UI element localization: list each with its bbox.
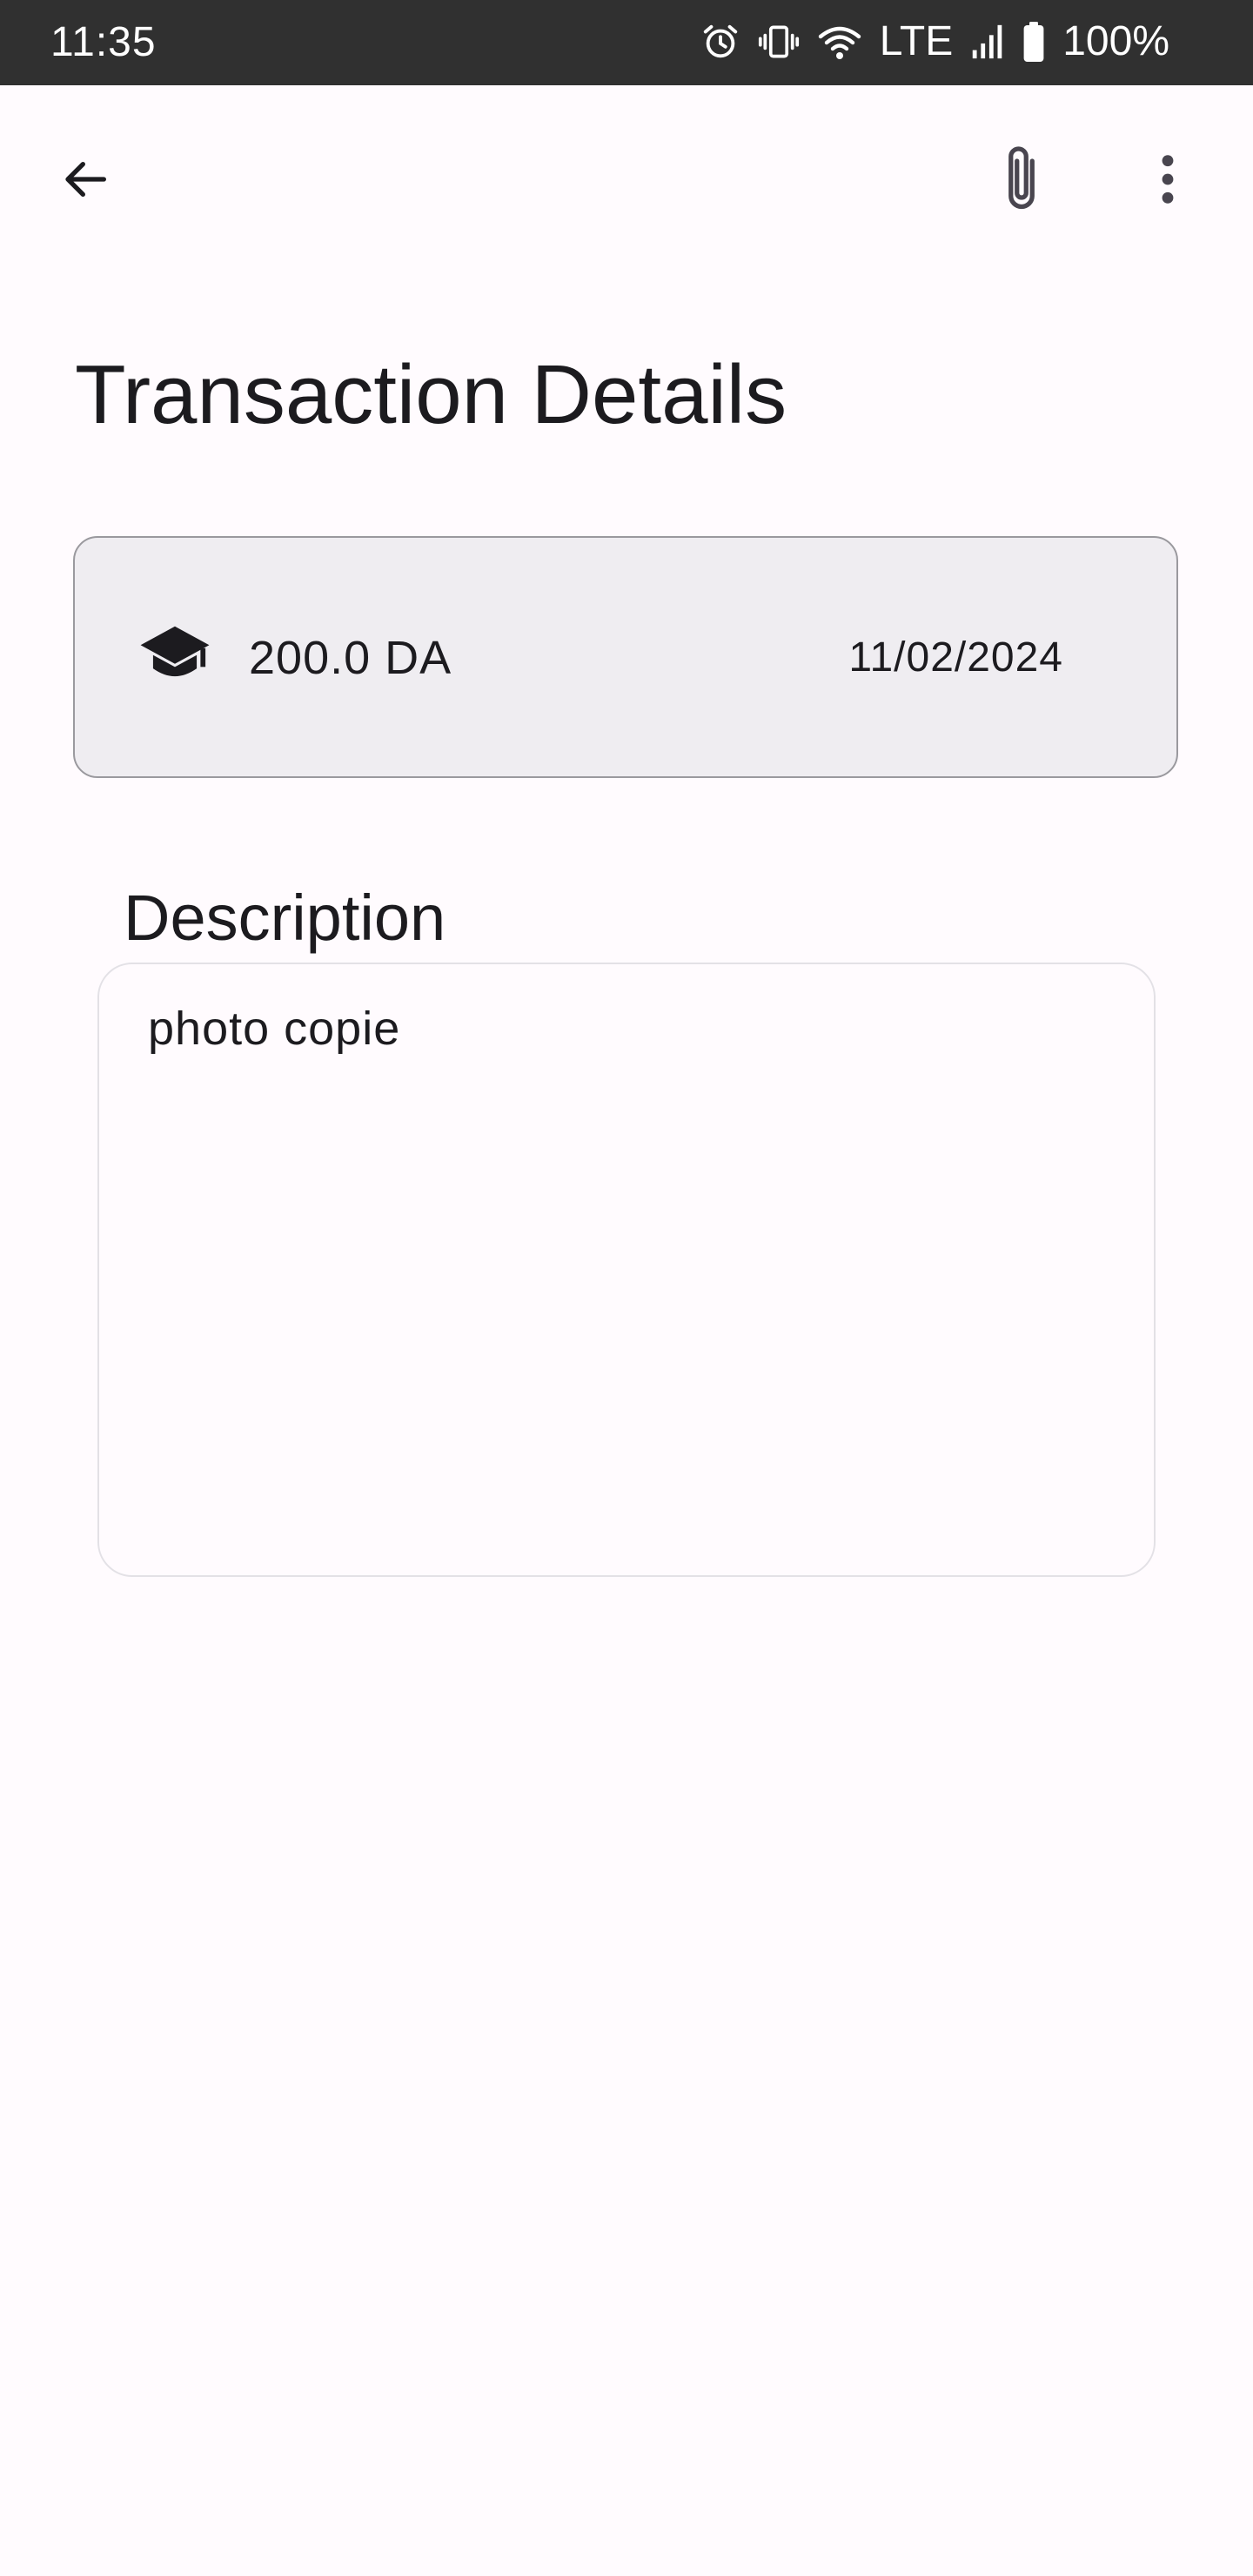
alarm-icon xyxy=(700,22,740,62)
wifi-icon xyxy=(817,22,862,62)
network-type: LTE xyxy=(879,18,954,64)
attach-button[interactable] xyxy=(980,139,1063,223)
transaction-date: 11/02/2024 xyxy=(848,634,1063,681)
transaction-summary-card: 200.0 DA 11/02/2024 xyxy=(73,536,1178,778)
status-icons: LTE 100% xyxy=(700,16,1169,68)
signal-icon xyxy=(970,22,1005,62)
more-options-button[interactable] xyxy=(1126,139,1209,223)
back-button[interactable] xyxy=(44,139,127,223)
battery-level: 100% xyxy=(1062,18,1169,64)
description-text: photo copie xyxy=(148,1003,401,1055)
vibrate-icon xyxy=(758,22,800,62)
status-bar: 11:35 LTE 100% xyxy=(0,0,1253,85)
paperclip-icon xyxy=(997,143,1046,220)
transaction-amount: 200.0 DA xyxy=(249,632,452,684)
arrow-back-icon xyxy=(57,151,113,211)
status-time: 11:35 xyxy=(50,19,157,65)
battery-icon xyxy=(1022,21,1045,63)
description-label: Description xyxy=(124,882,446,954)
top-app-bar xyxy=(0,85,1253,280)
page-title: Transaction Details xyxy=(75,348,787,441)
description-field[interactable]: photo copie xyxy=(97,963,1156,1577)
graduation-cap-icon xyxy=(137,623,221,693)
more-vert-icon xyxy=(1157,151,1178,211)
